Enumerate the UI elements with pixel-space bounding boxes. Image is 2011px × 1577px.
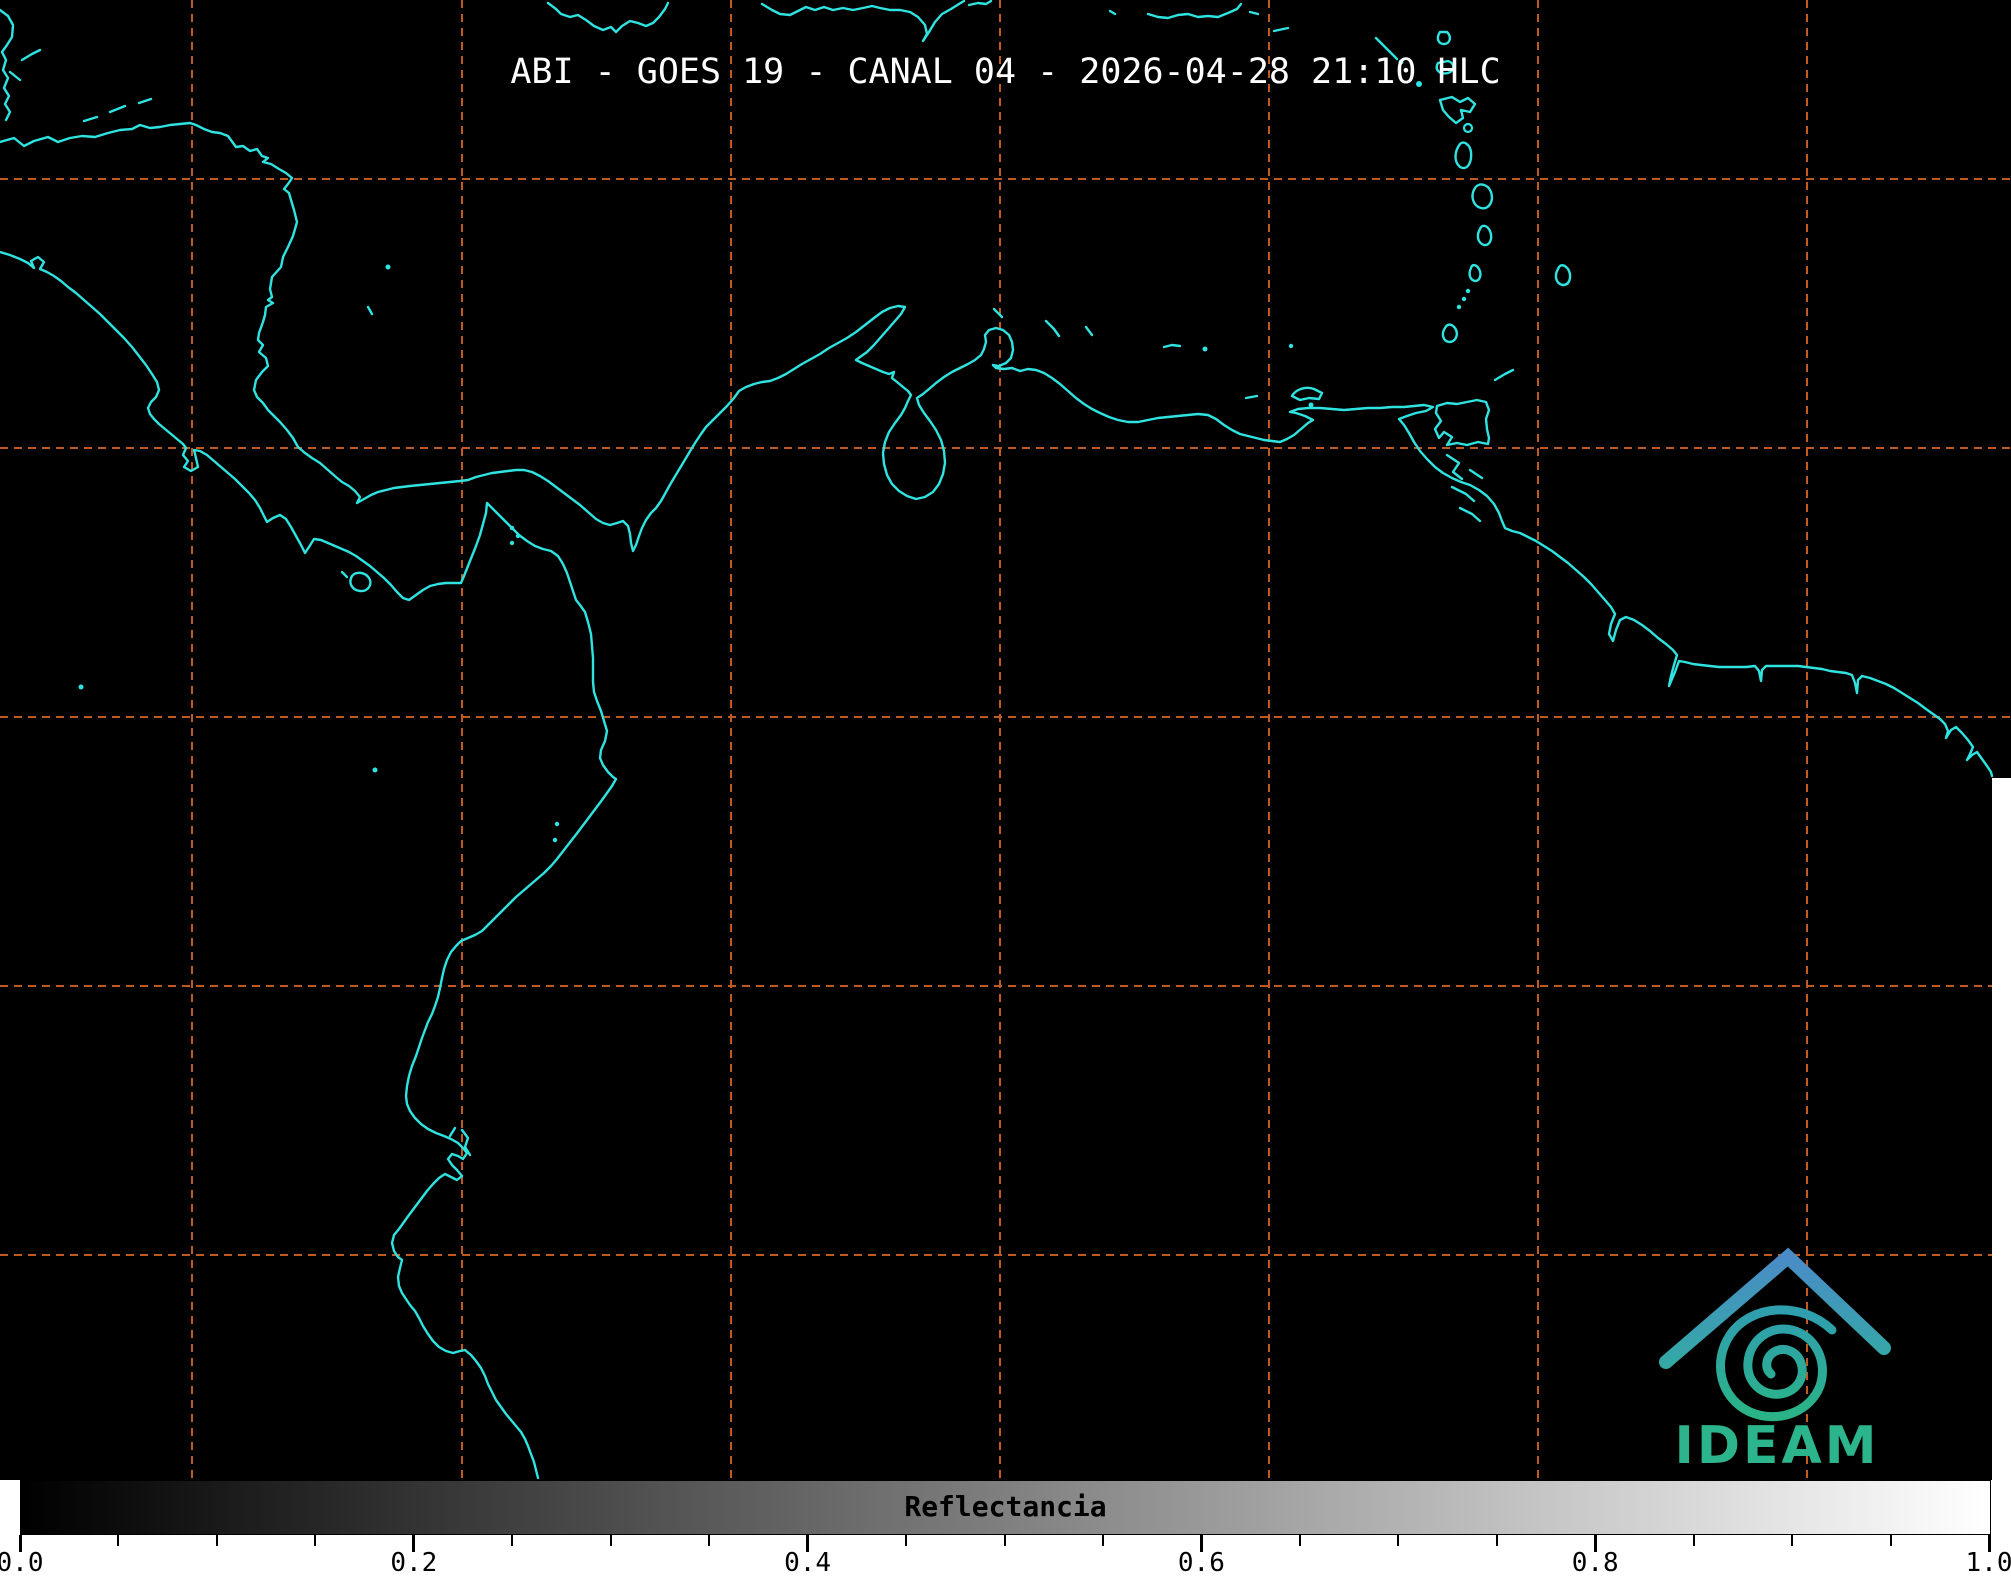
island-dot	[510, 526, 514, 530]
coastline-trinidad	[1435, 400, 1489, 445]
colorbar-tick-labels: 0.0 0.2 0.4 0.6 0.8 1.0	[0, 1548, 2011, 1577]
ideam-swirl-icon	[1720, 1310, 1832, 1417]
colorbar-minor-tick	[1397, 1535, 1399, 1546]
island-dot	[1289, 344, 1293, 348]
island-dot	[553, 838, 557, 842]
colorbar-minor-tick	[708, 1535, 710, 1546]
island-dot	[1203, 347, 1208, 352]
colorbar-minor-tick	[1004, 1535, 1006, 1546]
ideam-logo: IDEAM	[1666, 1257, 1884, 1476]
island-dot	[1462, 297, 1466, 301]
coastline-jamaica	[548, 3, 668, 32]
colorbar-minor-tick	[1791, 1535, 1793, 1546]
colorbar-label: Reflectancia	[0, 1490, 2011, 1523]
island-dots-layer	[79, 60, 1473, 843]
colorbar-minor-tick	[610, 1535, 612, 1546]
coastline-hispaniola	[762, 1, 991, 41]
island-dot	[516, 534, 520, 538]
island-dot	[1309, 403, 1314, 408]
island-dot	[386, 265, 391, 270]
colorbar-minor-tick	[511, 1535, 513, 1546]
coastline-pacific-mainland	[0, 252, 616, 1478]
island-dot	[1466, 289, 1470, 293]
island-dot	[1457, 305, 1461, 309]
island-dot	[79, 685, 84, 690]
ideam-logo-text: IDEAM	[1674, 1416, 1879, 1476]
colorbar-minor-tick	[1693, 1535, 1695, 1546]
colorbar-minor-tick	[1299, 1535, 1301, 1546]
colorbar-tick-label: 0.0	[0, 1548, 43, 1577]
coastline-puerto-rico	[1110, 4, 1288, 31]
colorbar-minor-tick	[216, 1535, 218, 1546]
island-dot	[555, 822, 559, 826]
colorbar-tick-label: 0.2	[390, 1548, 437, 1577]
island-dot	[373, 768, 378, 773]
map-canvas: IDEAM ABI - GOES 19 - CANAL 04 - 2026-04…	[0, 0, 2011, 1480]
colorbar-tick-label: 0.8	[1572, 1548, 1619, 1577]
colorbar-tick-label: 0.6	[1178, 1548, 1225, 1577]
colorbar-minor-tick	[314, 1535, 316, 1546]
colorbar-minor-tick	[1890, 1535, 1892, 1546]
gridlines-layer	[0, 0, 2011, 1480]
coastline-pacific-islands	[342, 307, 372, 591]
colorbar-tick-label: 0.4	[784, 1548, 831, 1577]
map-svg: IDEAM	[0, 0, 2011, 1480]
no-data-strip	[1992, 778, 2011, 1480]
coastline-venezuelan-islands	[994, 309, 1322, 400]
colorbar-minor-tick	[905, 1535, 907, 1546]
coastlines-layer	[0, 1, 1992, 1478]
island-dot	[1464, 124, 1472, 132]
product-title: ABI - GOES 19 - CANAL 04 - 2026-04-28 21…	[0, 52, 2011, 92]
coastline-bay-islands	[84, 99, 151, 121]
colorbar-tick-label: 1.0	[1966, 1548, 2011, 1577]
coastline-caribbean-mainland	[0, 123, 1992, 776]
island-dot	[510, 541, 514, 545]
colorbar-minor-tick	[1496, 1535, 1498, 1546]
colorbar-minor-tick	[1102, 1535, 1104, 1546]
colorbar-minor-tick	[117, 1535, 119, 1546]
satellite-product-figure: IDEAM ABI - GOES 19 - CANAL 04 - 2026-04…	[0, 0, 2011, 1577]
